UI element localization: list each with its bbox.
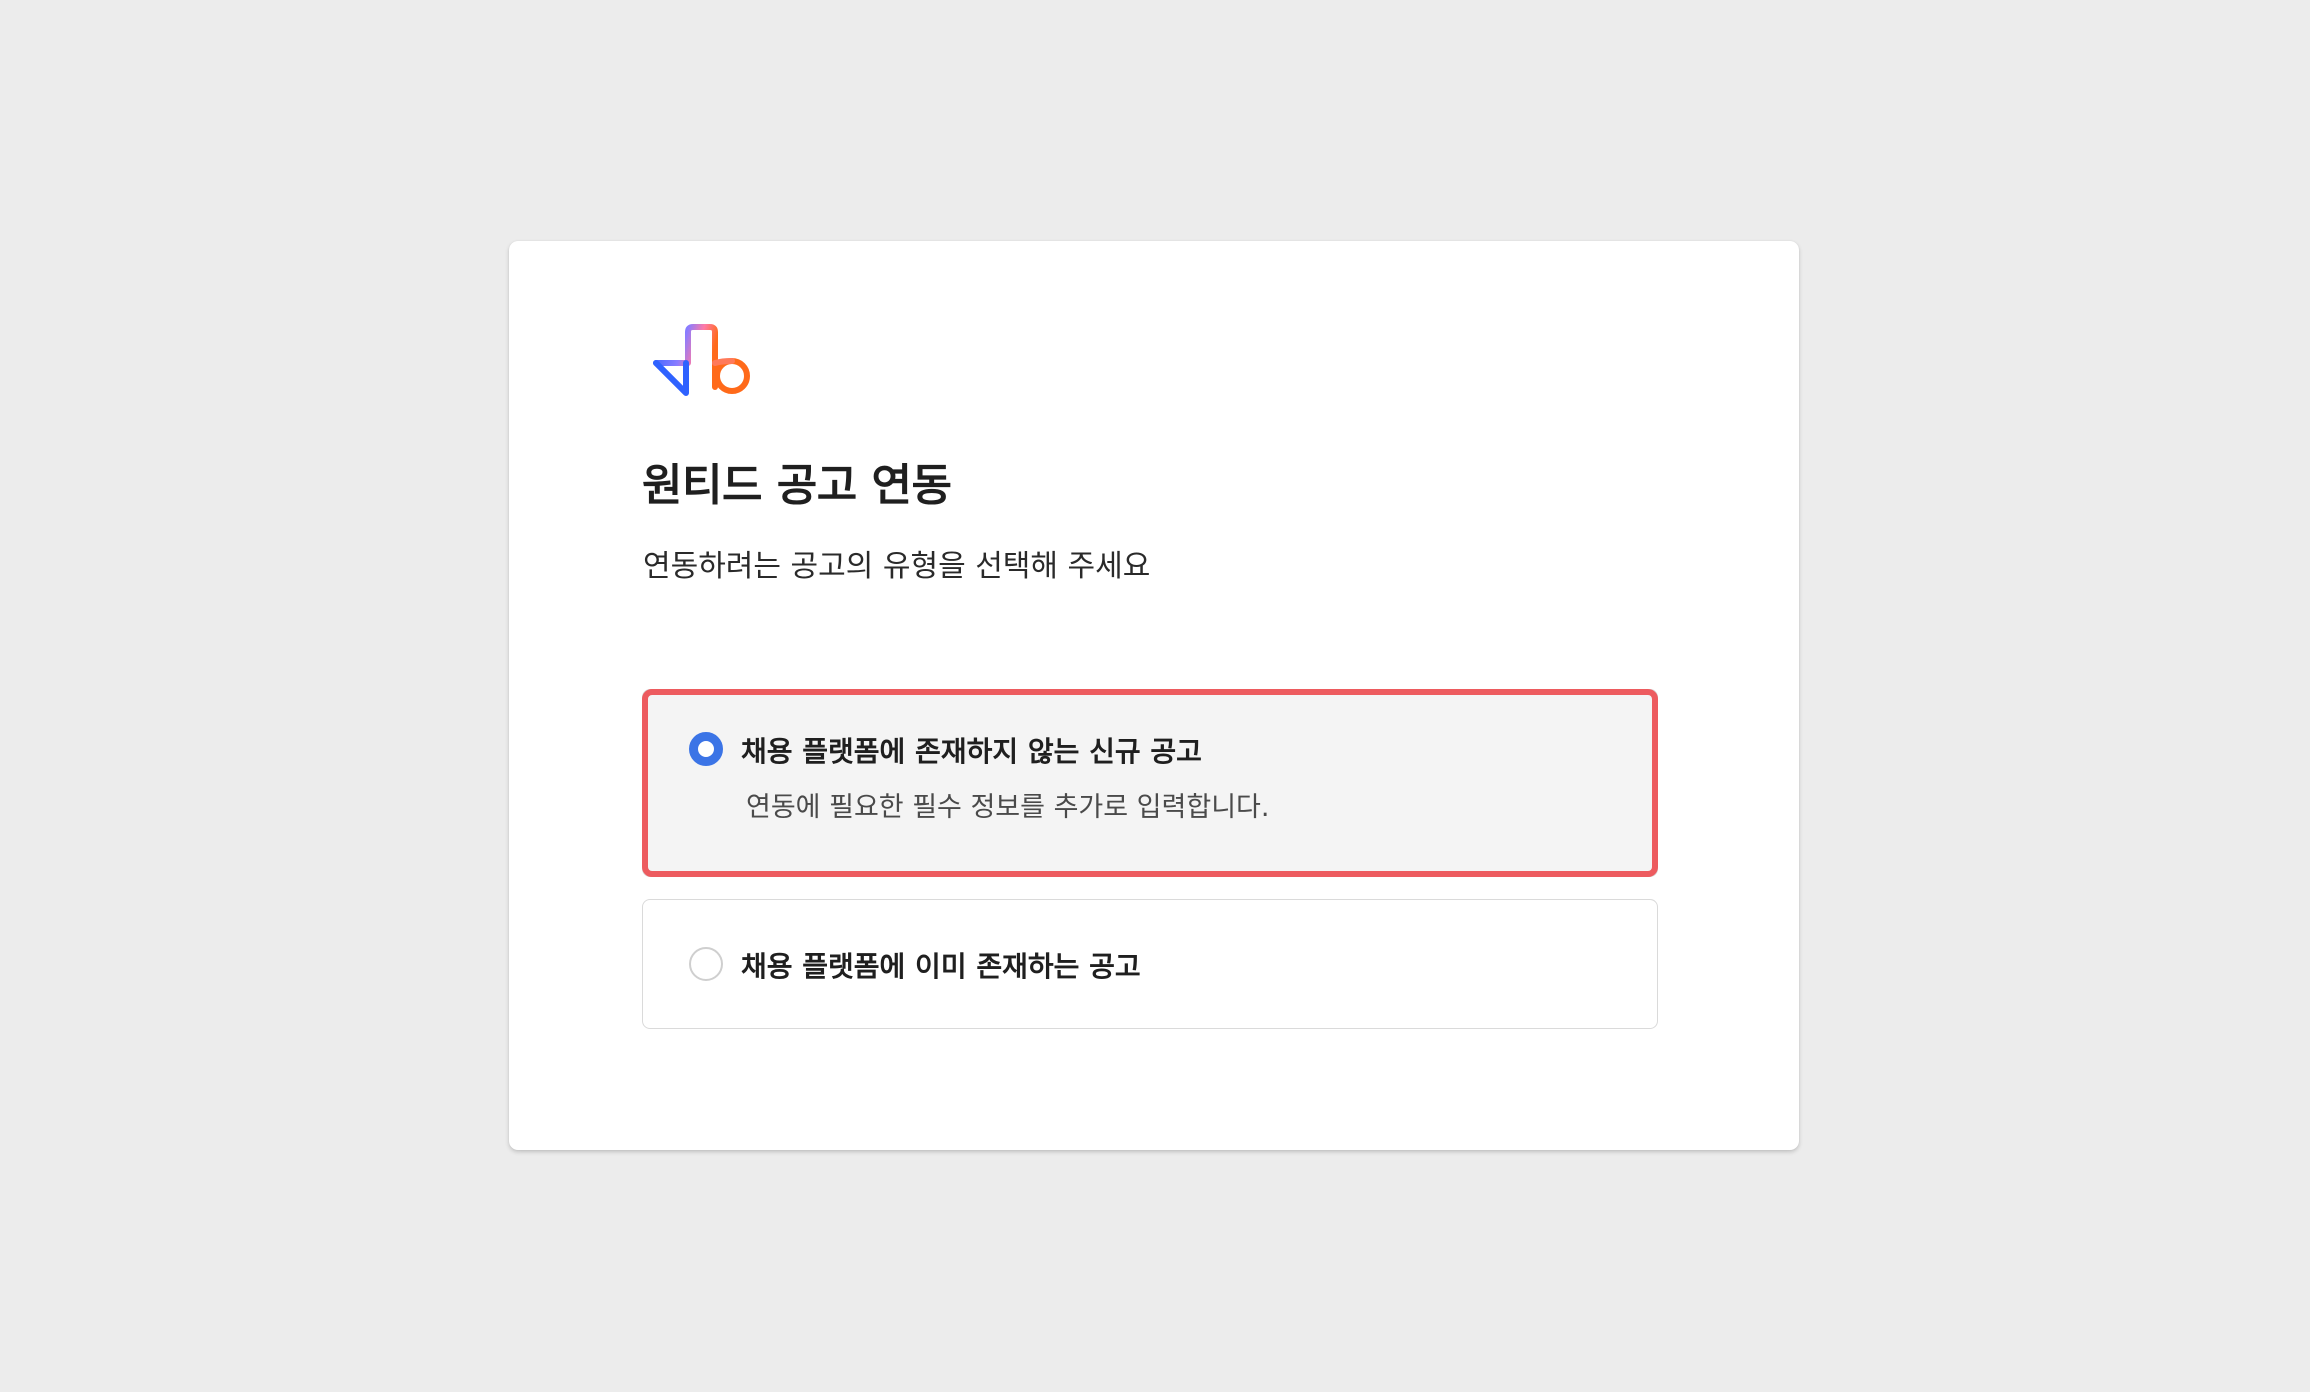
- page-title: 원티드 공고 연동: [642, 460, 952, 511]
- dialog-card: 원티드 공고 연동 연동하려는 공고의 유형을 선택해 주세요 채용 플랫폼에 …: [509, 241, 1799, 1150]
- wanted-logo-icon: [653, 324, 750, 396]
- option-new-posting-label: 채용 플랫폼에 존재하지 않는 신규 공고: [741, 735, 1202, 768]
- option-new-posting-description: 연동에 필요한 필수 정보를 추가로 입력합니다.: [746, 792, 1270, 823]
- page-subtitle: 연동하려는 공고의 유형을 선택해 주세요: [643, 549, 1151, 584]
- option-existing-posting[interactable]: 채용 플랫폼에 이미 존재하는 공고: [642, 899, 1658, 1029]
- option-existing-posting-label: 채용 플랫폼에 이미 존재하는 공고: [741, 950, 1141, 983]
- radio-existing-posting[interactable]: [689, 947, 723, 981]
- radio-new-posting[interactable]: [689, 732, 723, 766]
- option-new-posting[interactable]: 채용 플랫폼에 존재하지 않는 신규 공고 연동에 필요한 필수 정보를 추가로…: [642, 689, 1658, 877]
